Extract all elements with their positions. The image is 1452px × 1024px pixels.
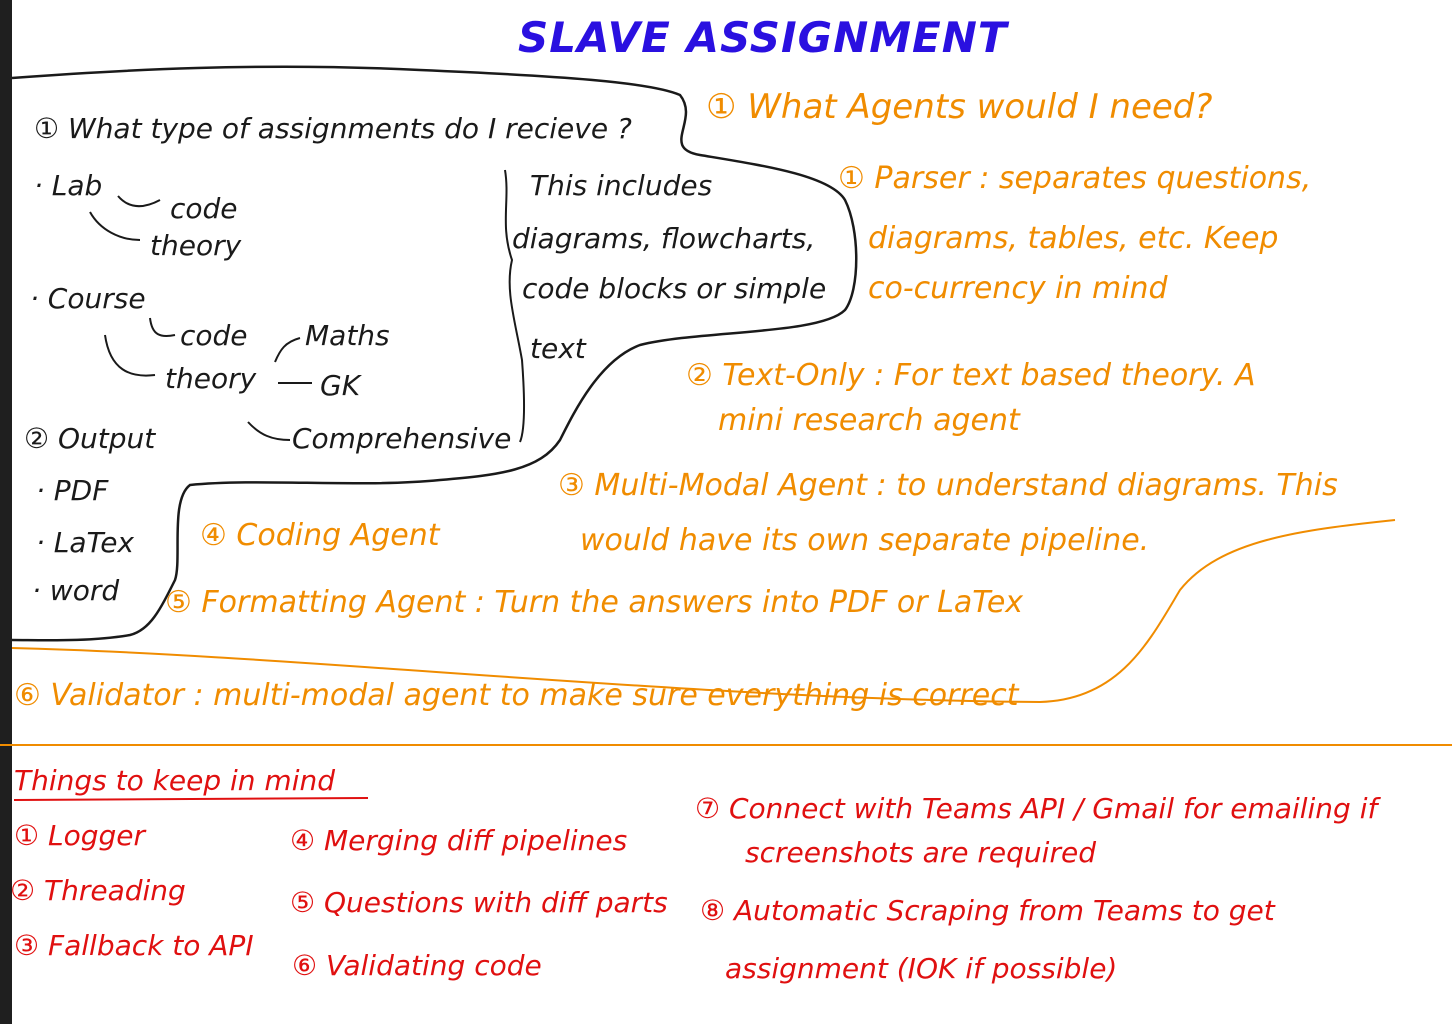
keep-item-6: ⑥ Validating code bbox=[292, 949, 542, 982]
keep-item-7-line-2: screenshots are required bbox=[745, 836, 1096, 869]
multi-modal-line-1: ③ Multi-Modal Agent : to understand diag… bbox=[558, 468, 1338, 503]
arrow-course-theory bbox=[104, 334, 156, 377]
comprehensive-label: Comprehensive bbox=[292, 422, 511, 455]
lab-theory-label: theory bbox=[150, 229, 242, 262]
parser-line-1: ① Parser : separates questions, bbox=[838, 161, 1311, 196]
question-1: ① What type of assignments do I recieve … bbox=[34, 112, 632, 145]
maths-label: Maths bbox=[305, 319, 390, 352]
formatting-agent: ⑤ Formatting Agent : Turn the answers in… bbox=[165, 585, 1023, 620]
keep-item-8-line-1: ⑧ Automatic Scraping from Teams to get bbox=[700, 894, 1276, 927]
parser-line-3: co-currency in mind bbox=[868, 271, 1169, 306]
includes-line-2: diagrams, flowcharts, bbox=[512, 222, 815, 255]
page-title: SLAVE ASSIGNMENT bbox=[518, 13, 1010, 62]
course-label: · Course bbox=[30, 282, 146, 315]
course-theory-label: theory bbox=[165, 362, 257, 395]
text-only-line-2: mini research agent bbox=[718, 403, 1021, 438]
multi-modal-line-2: would have its own separate pipeline. bbox=[580, 523, 1149, 558]
validator-agent: ⑥ Validator : multi-modal agent to make … bbox=[14, 678, 1020, 713]
lab-code-label: code bbox=[170, 192, 238, 225]
keep-item-3: ③ Fallback to API bbox=[14, 929, 254, 962]
question-2: ② Output bbox=[24, 422, 156, 455]
keep-item-2: ② Threading bbox=[10, 874, 186, 907]
arrow-comprehensive bbox=[247, 421, 291, 441]
output-word: · word bbox=[32, 574, 119, 607]
includes-line-1: This includes bbox=[530, 169, 712, 202]
includes-bracket bbox=[504, 169, 526, 443]
text-only-line-1: ② Text-Only : For text based theory. A bbox=[686, 358, 1256, 393]
coding-agent: ④ Coding Agent bbox=[200, 518, 441, 553]
includes-line-3: code blocks or simple bbox=[522, 272, 826, 305]
lab-label: · Lab bbox=[34, 169, 102, 202]
ink-layer: SLAVE ASSIGNMENT ① What type of assignme… bbox=[0, 13, 1452, 985]
gk-label: GK bbox=[320, 369, 363, 402]
keep-item-7-line-1: ⑦ Connect with Teams API / Gmail for ema… bbox=[695, 792, 1381, 825]
keep-item-1: ① Logger bbox=[14, 819, 147, 852]
includes-line-4: text bbox=[530, 332, 587, 365]
arrow-maths bbox=[274, 337, 301, 363]
output-latex: · LaTex bbox=[36, 526, 134, 559]
red-heading-underline bbox=[13, 797, 369, 801]
keep-in-mind-heading: Things to keep in mind bbox=[14, 764, 335, 797]
agents-heading: ① What Agents would I need? bbox=[706, 87, 1212, 127]
arrow-course-code bbox=[149, 317, 176, 337]
parser-line-2: diagrams, tables, etc. Keep bbox=[868, 221, 1278, 256]
keep-item-5: ⑤ Questions with diff parts bbox=[290, 886, 668, 919]
keep-item-8-line-2: assignment (IOK if possible) bbox=[725, 952, 1117, 985]
course-code-label: code bbox=[180, 319, 248, 352]
output-pdf: · PDF bbox=[36, 474, 109, 507]
arrow-lab-code bbox=[117, 195, 161, 208]
keep-item-4: ④ Merging diff pipelines bbox=[290, 824, 627, 857]
arrow-lab-theory bbox=[89, 211, 141, 241]
whiteboard-canvas: SLAVE ASSIGNMENT ① What type of assignme… bbox=[0, 0, 1452, 1024]
